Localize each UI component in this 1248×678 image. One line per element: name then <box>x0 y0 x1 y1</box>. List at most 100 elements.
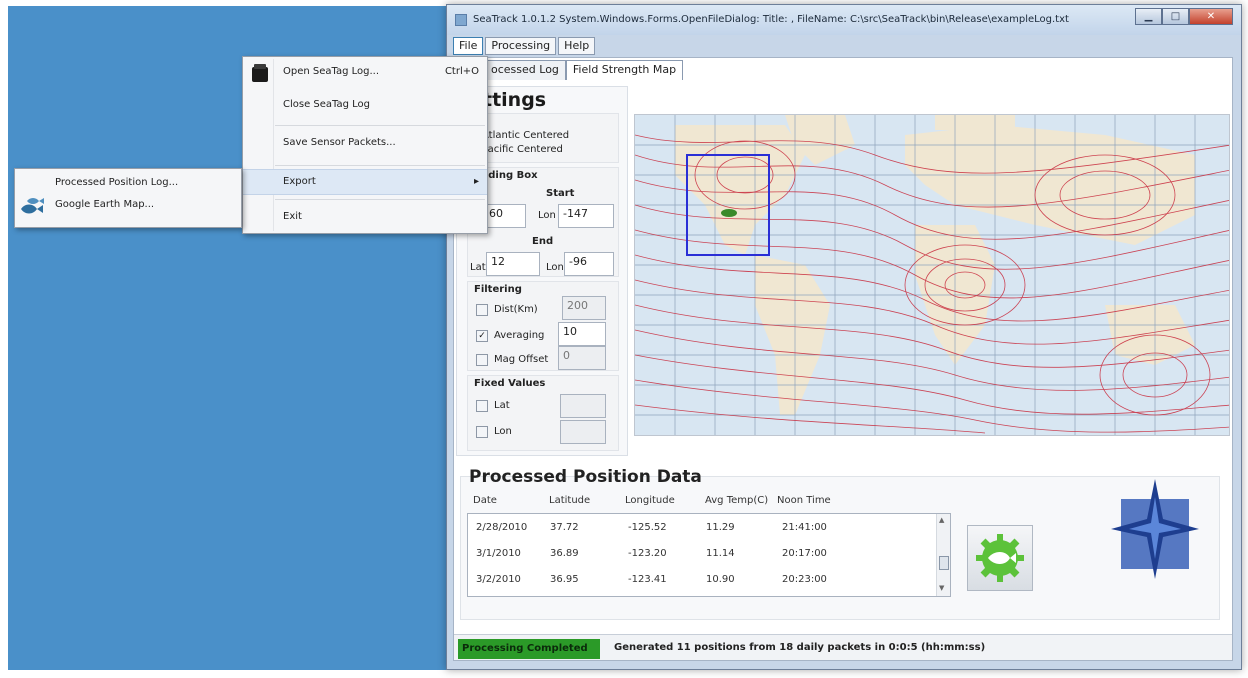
ocean-star-logo <box>1111 479 1199 579</box>
minimize-button[interactable]: ▁ <box>1135 8 1162 25</box>
seatrack-window: SeaTrack 1.0.1.2 System.Windows.Forms.Op… <box>446 4 1242 670</box>
menu-open-label: Open SeaTag Log... <box>283 66 380 77</box>
fish-icon <box>21 198 44 214</box>
window-title: SeaTrack 1.0.1.2 System.Windows.Forms.Op… <box>473 14 1069 25</box>
position-list[interactable]: 2/28/2010 37.72 -125.52 11.29 21:41:00 3… <box>467 513 951 597</box>
fixed-values-group: Fixed Values Lat Lon <box>467 375 619 451</box>
menu-open-seatag-log[interactable]: Open SeaTag Log... Ctrl+O <box>243 60 487 86</box>
table-row[interactable]: 3/2/2010 36.95 -123.41 10.90 20:23:00 <box>468 568 936 592</box>
file-menu: Open SeaTag Log... Ctrl+O Close SeaTag L… <box>242 56 488 234</box>
menu-processing[interactable]: Processing <box>485 37 557 55</box>
cell-noon-time: 21:41:00 <box>782 522 827 533</box>
dist-input[interactable]: 200 <box>562 296 606 320</box>
fixed-lat-label: Lat <box>494 400 510 411</box>
fixed-lat-checkbox[interactable] <box>476 400 488 412</box>
pacific-centered-option[interactable]: Pacific Centered <box>482 144 563 155</box>
dist-checkbox[interactable] <box>476 304 488 316</box>
status-bar: Processing Completed Generated 11 positi… <box>454 634 1232 660</box>
end-lat-label: Lat <box>470 262 486 273</box>
table-row[interactable]: 3/1/2010 36.89 -123.20 11.14 20:17:00 <box>468 542 936 566</box>
list-scrollbar[interactable]: ▲ ▼ <box>936 514 950 596</box>
end-label: End <box>532 236 554 247</box>
mag-offset-checkbox[interactable] <box>476 354 488 366</box>
gear-fish-icon <box>976 534 1024 582</box>
cell-noon-time: 20:17:00 <box>782 548 827 559</box>
col-avg-temp[interactable]: Avg Temp(C) <box>705 495 768 506</box>
end-lon-label: Lon <box>546 262 564 273</box>
menu-export[interactable]: Export ▸ <box>243 169 487 195</box>
close-button[interactable]: ✕ <box>1189 8 1233 25</box>
tab-strip: ocessed Log Field Strength Map <box>454 60 684 80</box>
fixed-values-title: Fixed Values <box>474 378 546 389</box>
menu-help[interactable]: Help <box>558 37 596 55</box>
maximize-button[interactable]: □ <box>1162 8 1189 25</box>
submenu-arrow-icon: ▸ <box>473 176 479 187</box>
menu-export-google-earth[interactable]: Google Earth Map... <box>15 193 241 219</box>
cell-date: 3/2/2010 <box>476 574 521 585</box>
scroll-thumb[interactable] <box>939 556 949 570</box>
cell-avg-temp: 11.14 <box>706 548 735 559</box>
col-date[interactable]: Date <box>473 495 497 506</box>
start-lon-input[interactable]: -147 <box>558 204 614 228</box>
track-positions <box>721 209 737 217</box>
start-lat-input[interactable]: 60 <box>484 204 526 228</box>
menu-save-sensor-packets[interactable]: Save Sensor Packets... <box>243 131 487 157</box>
averaging-label: Averaging <box>494 330 545 341</box>
map-group: ap Atlantic Centered Pacific Centered <box>467 113 619 163</box>
table-row[interactable]: 2/28/2010 37.72 -125.52 11.29 21:41:00 <box>468 516 936 540</box>
client-area: ocessed Log Field Strength Map ttings ap… <box>453 57 1233 661</box>
mag-offset-input[interactable]: 0 <box>558 346 606 370</box>
fixed-lon-input[interactable] <box>560 420 606 444</box>
start-lon-label: Lon <box>538 210 556 221</box>
scroll-down-icon[interactable]: ▼ <box>939 584 944 592</box>
tab-field-strength-map[interactable]: Field Strength Map <box>565 60 684 80</box>
filtering-title: Filtering <box>474 284 522 295</box>
export-google-earth-label: Google Earth Map... <box>55 199 155 210</box>
menu-bar: File Processing Help <box>453 37 597 56</box>
col-longitude[interactable]: Longitude <box>625 495 675 506</box>
status-message: Generated 11 positions from 18 daily pac… <box>614 642 986 653</box>
dist-label: Dist(Km) <box>494 304 538 315</box>
cell-latitude: 37.72 <box>550 522 579 533</box>
cell-longitude: -125.52 <box>628 522 667 533</box>
fixed-lat-input[interactable] <box>560 394 606 418</box>
cell-avg-temp: 11.29 <box>706 522 735 533</box>
menu-exit-label: Exit <box>283 211 302 222</box>
export-submenu: Processed Position Log... Google Earth M… <box>14 168 242 228</box>
cell-longitude: -123.41 <box>628 574 667 585</box>
fixed-lon-label: Lon <box>494 426 512 437</box>
atlantic-centered-option[interactable]: Atlantic Centered <box>482 130 569 141</box>
processed-title: Processed Position Data <box>469 467 702 487</box>
cell-latitude: 36.89 <box>550 548 579 559</box>
menu-file[interactable]: File <box>453 37 484 55</box>
settings-title: ttings <box>483 89 547 111</box>
menu-open-shortcut: Ctrl+O <box>444 66 479 77</box>
mag-offset-label: Mag Offset <box>494 354 549 365</box>
col-latitude[interactable]: Latitude <box>549 495 590 506</box>
menu-close-seatag-log[interactable]: Close SeaTag Log <box>243 93 487 119</box>
scroll-up-icon[interactable]: ▲ <box>939 516 944 524</box>
end-lon-input[interactable]: -96 <box>564 252 614 276</box>
menu-separator <box>275 199 485 200</box>
field-strength-map[interactable] <box>634 114 1230 436</box>
cell-date: 2/28/2010 <box>476 522 528 533</box>
menu-export-label: Export <box>283 176 316 187</box>
fixed-lon-checkbox[interactable] <box>476 426 488 438</box>
menu-separator <box>275 125 485 126</box>
processed-position-panel: Processed Position Data Date Latitude Lo… <box>460 467 1220 620</box>
menu-exit[interactable]: Exit <box>243 205 487 231</box>
seatag-device-icon <box>252 64 268 82</box>
menu-save-label: Save Sensor Packets... <box>283 137 396 148</box>
window-controls: ▁ □ ✕ <box>1135 8 1233 25</box>
status-badge: Processing Completed <box>458 639 600 659</box>
averaging-input[interactable]: 10 <box>558 322 606 346</box>
averaging-checkbox[interactable]: ✓ <box>476 330 488 342</box>
col-noon-time[interactable]: Noon Time <box>777 495 831 506</box>
tab-processed-log[interactable]: ocessed Log <box>484 60 566 80</box>
menu-close-label: Close SeaTag Log <box>283 99 371 110</box>
title-bar[interactable]: SeaTrack 1.0.1.2 System.Windows.Forms.Op… <box>447 5 1241 35</box>
end-lat-input[interactable]: 12 <box>486 252 540 276</box>
process-gear-button[interactable] <box>967 525 1033 591</box>
menu-separator <box>275 165 485 166</box>
cell-date: 3/1/2010 <box>476 548 521 559</box>
